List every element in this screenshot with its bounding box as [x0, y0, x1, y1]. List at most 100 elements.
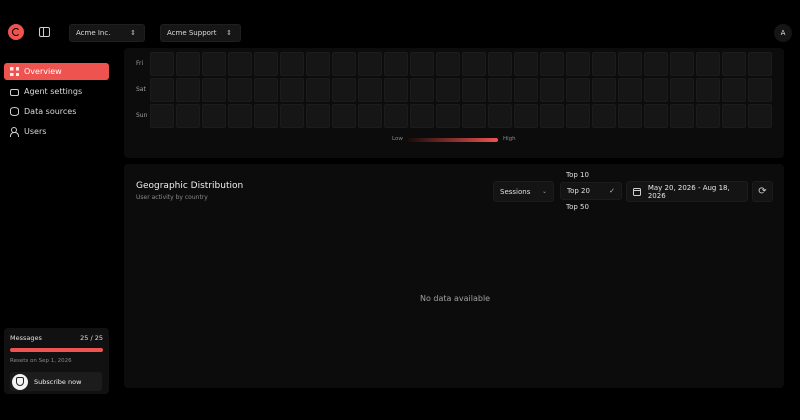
heatmap-cell[interactable]	[332, 52, 356, 76]
heatmap-cell[interactable]	[410, 104, 434, 128]
heatmap-cell[interactable]	[176, 78, 200, 102]
heatmap-cell[interactable]	[488, 52, 512, 76]
heatmap-cell[interactable]	[462, 52, 486, 76]
heatmap-cell[interactable]	[176, 104, 200, 128]
heatmap-cell[interactable]	[514, 104, 538, 128]
heatmap-cell[interactable]	[618, 104, 642, 128]
heatmap-cell[interactable]	[410, 78, 434, 102]
heatmap-cell[interactable]	[696, 52, 720, 76]
heatmap-cell[interactable]	[228, 78, 252, 102]
heatmap-cell[interactable]	[384, 104, 408, 128]
heatmap-cell[interactable]	[566, 52, 590, 76]
heatmap-cell[interactable]	[228, 52, 252, 76]
heatmap-cell[interactable]	[592, 52, 616, 76]
top-option-10[interactable]: Top 10	[560, 171, 589, 179]
heatmap-cell[interactable]	[202, 104, 226, 128]
sidebar-item-data-sources[interactable]: Data sources	[4, 103, 109, 120]
sidebar-item-users[interactable]: Users	[4, 123, 109, 140]
heatmap-cell[interactable]	[202, 78, 226, 102]
heatmap-cell[interactable]	[150, 78, 174, 102]
top-option-50[interactable]: Top 50	[560, 203, 589, 211]
heatmap-cell[interactable]	[280, 52, 304, 76]
sidebar-item-label: Data sources	[24, 107, 77, 116]
heatmap-cell[interactable]	[618, 78, 642, 102]
heatmap-cell[interactable]	[696, 78, 720, 102]
heatmap-cell[interactable]	[150, 104, 174, 128]
heatmap-cell[interactable]	[722, 78, 746, 102]
top-option-20[interactable]: Top 20 ✓	[560, 182, 622, 200]
heatmap-cell[interactable]	[332, 104, 356, 128]
heatmap-cell[interactable]	[670, 104, 694, 128]
heatmap-cell[interactable]	[280, 78, 304, 102]
heatmap-cell[interactable]	[384, 52, 408, 76]
heatmap-cell[interactable]	[644, 52, 668, 76]
heatmap-cell[interactable]	[566, 104, 590, 128]
heatmap-cell[interactable]	[306, 52, 330, 76]
user-avatar[interactable]: A	[774, 24, 792, 42]
heatmap-cell[interactable]	[748, 52, 772, 76]
heatmap-cell[interactable]	[306, 104, 330, 128]
heatmap-cell[interactable]	[592, 78, 616, 102]
bot-icon	[10, 89, 19, 96]
heatmap-cell[interactable]	[670, 78, 694, 102]
sidebar-item-agent-settings[interactable]: Agent settings	[4, 83, 109, 100]
subscribe-button[interactable]: Subscribe now	[10, 372, 102, 391]
heatmap-cell[interactable]	[488, 104, 512, 128]
sidebar-item-label: Overview	[24, 67, 62, 76]
heatmap-cell[interactable]	[540, 78, 564, 102]
heatmap-cell[interactable]	[436, 78, 460, 102]
heatmap-cell[interactable]	[358, 52, 382, 76]
metric-select-value: Sessions	[500, 187, 531, 196]
org-selector[interactable]: Acme Inc. ⇕	[69, 24, 145, 42]
heatmap-cell[interactable]	[462, 104, 486, 128]
heatmap-cell[interactable]	[722, 104, 746, 128]
org-selector-label: Acme Inc.	[76, 29, 111, 37]
heatmap-cell[interactable]	[332, 78, 356, 102]
heatmap-cell[interactable]	[540, 52, 564, 76]
heatmap-cell[interactable]	[150, 52, 174, 76]
heatmap-cell[interactable]	[384, 78, 408, 102]
heatmap-cell[interactable]	[358, 78, 382, 102]
heatmap-cell[interactable]	[644, 78, 668, 102]
heatmap-cell[interactable]	[540, 104, 564, 128]
legend-gradient-bar	[408, 138, 498, 142]
heatmap-cell[interactable]	[722, 52, 746, 76]
sidebar-item-overview[interactable]: Overview	[4, 63, 109, 80]
subscribe-label: Subscribe now	[34, 377, 82, 386]
heatmap-cell[interactable]	[436, 52, 460, 76]
app-logo[interactable]	[8, 24, 24, 40]
heatmap-cell[interactable]	[670, 52, 694, 76]
sidebar-toggle-icon[interactable]	[39, 27, 50, 37]
date-range-picker[interactable]: May 20, 2026 - Aug 18, 2026	[626, 181, 748, 202]
project-selector[interactable]: Acme Support ⇕	[160, 24, 241, 42]
heatmap-cell[interactable]	[748, 104, 772, 128]
heatmap-cell[interactable]	[254, 104, 278, 128]
heatmap-cell[interactable]	[514, 78, 538, 102]
heatmap-cell[interactable]	[462, 78, 486, 102]
heatmap-cell[interactable]	[748, 78, 772, 102]
heatmap-cell[interactable]	[696, 104, 720, 128]
heatmap-cell[interactable]	[254, 52, 278, 76]
heatmap-cell[interactable]	[176, 52, 200, 76]
heatmap-cell[interactable]	[488, 78, 512, 102]
sidebar: Overview Agent settings Data sources Use…	[0, 56, 116, 420]
chevron-down-icon: ⌄	[541, 188, 547, 195]
heatmap-cell[interactable]	[228, 104, 252, 128]
heatmap-cell[interactable]	[514, 52, 538, 76]
heatmap-cell[interactable]	[436, 104, 460, 128]
heatmap-cell[interactable]	[254, 78, 278, 102]
refresh-button[interactable]: ⟳	[752, 181, 773, 202]
metric-select[interactable]: Sessions ⌄	[493, 181, 554, 202]
heatmap-cell[interactable]	[410, 52, 434, 76]
heatmap-cell[interactable]	[202, 52, 226, 76]
grid-icon	[10, 67, 19, 76]
chevron-updown-icon: ⇕	[130, 28, 136, 37]
heatmap-cell[interactable]	[280, 104, 304, 128]
top-option-label: Top 20	[567, 187, 590, 195]
heatmap-cell[interactable]	[566, 78, 590, 102]
heatmap-cell[interactable]	[358, 104, 382, 128]
heatmap-cell[interactable]	[306, 78, 330, 102]
heatmap-cell[interactable]	[644, 104, 668, 128]
heatmap-cell[interactable]	[618, 52, 642, 76]
heatmap-cell[interactable]	[592, 104, 616, 128]
